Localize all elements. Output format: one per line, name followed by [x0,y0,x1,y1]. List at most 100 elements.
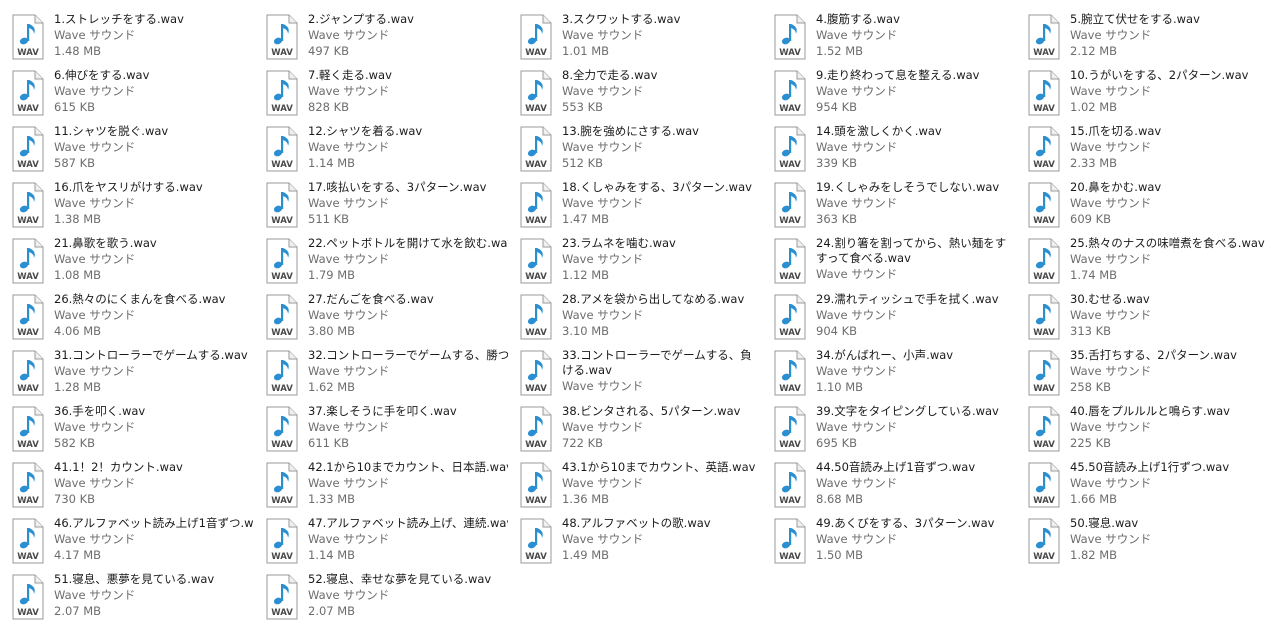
wav-file-icon: WAV [772,70,808,116]
wav-file-icon: WAV [10,294,46,340]
wav-file-icon: WAV [518,462,554,508]
file-item[interactable]: WAV 23.ラムネを噛む.wav Wave サウンド 1.12 MB [518,234,764,288]
file-meta: 47.アルファベット読み上げ、連続.wav Wave サウンド 1.14 MB [308,516,508,563]
file-name: 7.軽く走る.wav [308,68,392,82]
file-item[interactable]: WAV 1.ストレッチをする.wav Wave サウンド 1.48 MB [10,10,256,64]
file-item[interactable]: WAV 15.爪を切る.wav Wave サウンド 2.33 MB [1026,122,1269,176]
file-item[interactable]: WAV 30.むせる.wav Wave サウンド 313 KB [1026,290,1269,344]
wav-file-icon: WAV [10,238,46,284]
file-size: 339 KB [816,156,858,170]
file-meta: 21.鼻歌を歌う.wav Wave サウンド 1.08 MB [54,236,254,283]
file-item[interactable]: WAV 5.腕立て伏せをする.wav Wave サウンド 2.12 MB [1026,10,1269,64]
file-item[interactable]: WAV 19.くしゃみをしそうでしない.wav Wave サウンド 363 KB [772,178,1018,232]
file-type: Wave サウンド [54,28,136,42]
file-item[interactable]: WAV 43.1から10までカウント、英語.wav Wave サウンド 1.36 M… [518,458,764,512]
file-type: Wave サウンド [1070,532,1152,546]
file-item[interactable]: WAV 33.コントローラーでゲームする、負ける.wav Wave サウンド [518,346,764,400]
file-item[interactable]: WAV 26.熱々のにくまんを食べる.wav Wave サウンド 4.06 MB [10,290,256,344]
file-item[interactable]: WAV 38.ビンタされる、5パターン.wav Wave サウンド 722 KB [518,402,764,456]
file-item[interactable]: WAV 13.腕を強めにさする.wav Wave サウンド 512 KB [518,122,764,176]
file-item[interactable]: WAV 7.軽く走る.wav Wave サウンド 828 KB [264,66,510,120]
file-item[interactable]: WAV 37.楽しそうに手を叩く.wav Wave サウンド 611 KB [264,402,510,456]
file-item[interactable]: WAV 3.スクワットする.wav Wave サウンド 1.01 MB [518,10,764,64]
wav-file-icon: WAV [10,182,46,228]
wav-file-icon: WAV [1026,238,1062,284]
file-item[interactable]: WAV 49.あくびをする、3パターン.wav Wave サウンド 1.50 MB [772,514,1018,568]
file-item[interactable]: WAV 45.50音読み上げ1行ずつ.wav Wave サウンド 1.66 MB [1026,458,1269,512]
file-size: 2.07 MB [308,604,356,618]
file-item[interactable]: WAV 11.シャツを脱ぐ.wav Wave サウンド 587 KB [10,122,256,176]
file-type: Wave サウンド [54,140,136,154]
file-item[interactable]: WAV 41.1！2！カウント.wav Wave サウンド 730 KB [10,458,256,512]
file-size: 3.80 MB [308,324,356,338]
file-item[interactable]: WAV 17.咳払いをする、3パターン.wav Wave サウンド 511 KB [264,178,510,232]
file-meta: 37.楽しそうに手を叩く.wav Wave サウンド 611 KB [308,404,508,451]
file-meta: 31.コントローラーでゲームする.wav Wave サウンド 1.28 MB [54,348,254,395]
file-meta: 27.だんごを食べる.wav Wave サウンド 3.80 MB [308,292,508,339]
wav-file-icon: WAV [518,350,554,396]
file-name: 9.走り終わって息を整える.wav [816,68,980,82]
file-meta: 20.鼻をかむ.wav Wave サウンド 609 KB [1070,180,1269,227]
file-type: Wave サウンド [816,308,898,322]
file-item[interactable]: WAV 22.ペットボトルを開けて水を飲む.wav Wave サウンド 1.79 M… [264,234,510,288]
file-item[interactable]: WAV 47.アルファベット読み上げ、連続.wav Wave サウンド 1.14 M… [264,514,510,568]
file-item[interactable]: WAV 42.1から10までカウント、日本語.wav Wave サウンド 1.33 … [264,458,510,512]
file-item[interactable]: WAV 20.鼻をかむ.wav Wave サウンド 609 KB [1026,178,1269,232]
file-size: 611 KB [308,436,350,450]
file-item[interactable]: WAV 35.舌打ちする、2パターン.wav Wave サウンド 258 KB [1026,346,1269,400]
file-meta: 41.1！2！カウント.wav Wave サウンド 730 KB [54,460,254,507]
file-name: 11.シャツを脱ぐ.wav [54,124,169,138]
wav-file-icon: WAV [772,14,808,60]
wav-label: WAV [271,216,293,226]
file-item[interactable]: WAV 16.爪をヤスリがけする.wav Wave サウンド 1.38 MB [10,178,256,232]
file-item[interactable]: WAV 46.アルファベット読み上げ1音ずつ.wav Wave サウンド 4.17 … [10,514,256,568]
file-size: 313 KB [1070,324,1112,338]
wav-label: WAV [271,496,293,506]
file-item[interactable]: WAV 6.伸びをする.wav Wave サウンド 615 KB [10,66,256,120]
file-item[interactable]: WAV 52.寝息、幸せな夢を見ている.wav Wave サウンド 2.07 MB [264,570,510,624]
file-item[interactable]: WAV 8.全力で走る.wav Wave サウンド 553 KB [518,66,764,120]
file-type: Wave サウンド [54,196,136,210]
file-item[interactable]: WAV 32.コントローラーでゲームする、勝つ.wav Wave サウンド 1.62… [264,346,510,400]
file-size: 1.28 MB [54,380,102,394]
file-meta: 38.ビンタされる、5パターン.wav Wave サウンド 722 KB [562,404,762,451]
file-item[interactable]: WAV 44.50音読み上げ1音ずつ.wav Wave サウンド 8.68 MB [772,458,1018,512]
file-item[interactable]: WAV 12.シャツを着る.wav Wave サウンド 1.14 MB [264,122,510,176]
file-item[interactable]: WAV 24.割り箸を割ってから、熱い麺をすすって食べる.wav Wave サウン… [772,234,1018,288]
file-size: 363 KB [816,212,858,226]
file-size: 1.01 MB [562,44,610,58]
wav-file-icon: WAV [772,518,808,564]
file-type: Wave サウンド [562,532,644,546]
file-meta: 44.50音読み上げ1音ずつ.wav Wave サウンド 8.68 MB [816,460,1016,507]
file-type: Wave サウンド [562,476,644,490]
file-meta: 28.アメを袋から出してなめる.wav Wave サウンド 3.10 MB [562,292,762,339]
file-item[interactable]: WAV 39.文字をタイピングしている.wav Wave サウンド 695 KB [772,402,1018,456]
file-item[interactable]: WAV 25.熱々のナスの味噌煮を食べる.wav Wave サウンド 1.74 MB [1026,234,1269,288]
file-item[interactable]: WAV 18.くしゃみをする、3パターン.wav Wave サウンド 1.47 MB [518,178,764,232]
file-item[interactable]: WAV 21.鼻歌を歌う.wav Wave サウンド 1.08 MB [10,234,256,288]
file-type: Wave サウンド [562,196,644,210]
file-item[interactable]: WAV 50.寝息.wav Wave サウンド 1.82 MB [1026,514,1269,568]
file-item[interactable]: WAV 27.だんごを食べる.wav Wave サウンド 3.80 MB [264,290,510,344]
file-size: 1.66 MB [1070,492,1118,506]
wav-label: WAV [271,272,293,282]
wav-file-icon: WAV [772,406,808,452]
file-item[interactable]: WAV 9.走り終わって息を整える.wav Wave サウンド 954 KB [772,66,1018,120]
file-size: 1.33 MB [308,492,356,506]
file-item[interactable]: WAV 29.濡れティッシュで手を拭く.wav Wave サウンド 904 KB [772,290,1018,344]
file-item[interactable]: WAV 10.うがいをする、2パターン.wav Wave サウンド 1.02 MB [1026,66,1269,120]
file-type: Wave サウンド [1070,140,1152,154]
file-item[interactable]: WAV 48.アルファベットの歌.wav Wave サウンド 1.49 MB [518,514,764,568]
file-item[interactable]: WAV 51.寝息、悪夢を見ている.wav Wave サウンド 2.07 MB [10,570,256,624]
file-item[interactable]: WAV 34.がんばれー、小声.wav Wave サウンド 1.10 MB [772,346,1018,400]
file-item[interactable]: WAV 4.腹筋する.wav Wave サウンド 1.52 MB [772,10,1018,64]
file-item[interactable]: WAV 28.アメを袋から出してなめる.wav Wave サウンド 3.10 MB [518,290,764,344]
file-item[interactable]: WAV 36.手を叩く.wav Wave サウンド 582 KB [10,402,256,456]
wav-file-icon: WAV [10,406,46,452]
file-item[interactable]: WAV 40.唇をプルルルと鳴らす.wav Wave サウンド 225 KB [1026,402,1269,456]
file-item[interactable]: WAV 2.ジャンプする.wav Wave サウンド 497 KB [264,10,510,64]
file-item[interactable]: WAV 31.コントローラーでゲームする.wav Wave サウンド 1.28 MB [10,346,256,400]
file-item[interactable]: WAV 14.頭を激しくかく.wav Wave サウンド 339 KB [772,122,1018,176]
wav-label: WAV [779,552,801,562]
wav-label: WAV [1033,328,1055,338]
